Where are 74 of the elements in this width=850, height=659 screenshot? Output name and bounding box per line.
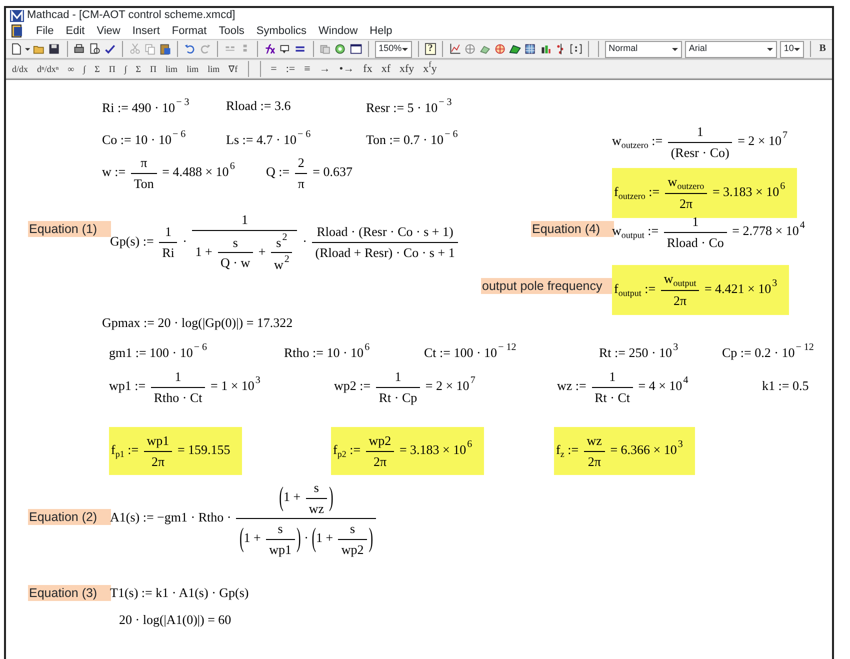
highlighted-math-expression: f$_{output}$ := w$_{output}$ 2π = 4.421 × 10$^{3}$	[612, 265, 790, 315]
math-expression: Rtho := 10 · 10$^{6}$	[284, 343, 370, 361]
evaluation-button[interactable]: fx	[361, 64, 374, 74]
calculus-button[interactable]: lim	[164, 64, 180, 74]
evaluation-button[interactable]: xf	[379, 64, 392, 74]
math-expression: Cp := 0.2 · 10$^{− 12}$	[722, 343, 814, 361]
menu-item[interactable]: Insert	[132, 22, 160, 40]
help-button[interactable]: ?	[424, 43, 436, 55]
math-expression: Ls := 4.7 · 10$^{− 6}$	[226, 130, 311, 148]
evaluation-button[interactable]: •→	[337, 64, 356, 74]
evaluation-button[interactable]: x$^{f}$y	[421, 64, 439, 74]
menu-item[interactable]: Symbolics	[256, 22, 307, 40]
evaluation-button[interactable]: ≡	[302, 64, 312, 74]
calculus-button[interactable]: d/dx	[10, 64, 30, 74]
calculus-button[interactable]: ∞	[66, 64, 76, 74]
undo-icon[interactable]	[184, 42, 196, 56]
equation-label: Equation (1)	[28, 221, 112, 237]
matrix-icon[interactable]	[570, 42, 582, 56]
window-title: Mathcad - [CM-AOT control scheme.xmcd]	[27, 8, 236, 24]
font-dropdown[interactable]: Arial	[684, 40, 777, 58]
calculus-button[interactable]: ∇f	[226, 64, 240, 74]
menu-item[interactable]: Window	[318, 22, 358, 40]
window-icon[interactable]	[350, 42, 362, 56]
math-expression: Ct := 100 · 10$^{− 12}$	[424, 343, 516, 361]
math-expression: Ri := 490 · 10$^{− 3}$	[102, 98, 190, 116]
menu-item[interactable]: File	[36, 22, 54, 40]
menu-item[interactable]: Tools	[218, 22, 244, 40]
math-expression: Rt := 250 · 10$^{3}$	[599, 343, 678, 361]
math-expression: k1 := 0.5	[762, 378, 809, 394]
calculus-button[interactable]: ∫	[81, 64, 88, 74]
evaluation-button[interactable]: :=	[284, 64, 298, 74]
calculus-button[interactable]: lim	[184, 64, 201, 74]
document-icon[interactable]	[10, 24, 24, 38]
calculus-button[interactable]: Π	[106, 64, 118, 74]
math-expression: gm1 := 100 · 10$^{− 6}$	[109, 343, 208, 361]
mesh-plot-icon[interactable]	[509, 42, 522, 56]
menu-item[interactable]: View	[96, 22, 120, 40]
app-logo-icon[interactable]	[10, 8, 24, 22]
menu-item[interactable]: Help	[370, 22, 392, 40]
calculus-button[interactable]: Π	[148, 64, 159, 74]
math-expression: Resr := 5 · 10$^{− 3}$	[366, 98, 452, 116]
xy-plot-icon[interactable]	[448, 42, 461, 56]
spell-check-icon[interactable]	[104, 42, 116, 56]
paste-icon[interactable]	[158, 42, 172, 56]
math-expression: Rload := 3.6	[226, 98, 291, 114]
print-icon[interactable]	[73, 42, 86, 56]
print-preview-icon[interactable]	[88, 42, 101, 56]
new-document-icon[interactable]	[10, 42, 22, 56]
bold-button[interactable]: B	[817, 44, 828, 54]
style-dropdown[interactable]: Normal	[604, 40, 682, 58]
evaluation-button[interactable]: →	[317, 64, 332, 74]
highlighted-math-expression: f$_{outzero}$ := w$_{outzero}$ 2π = 3.183 × 10$^{6}$	[612, 168, 798, 218]
math-expression: Ton := 0.7 · 10$^{− 6}$	[366, 130, 458, 148]
font-size-dropdown[interactable]: 10	[780, 40, 804, 58]
calculus-button[interactable]: dⁿ/dxⁿ	[35, 64, 61, 74]
calculus-button[interactable]: Σ	[134, 64, 144, 74]
math-expression: Co := 10 · 10$^{− 6}$	[102, 130, 186, 148]
math-expression: 20 · log(|A1(0)|) = 60	[119, 612, 232, 628]
function-icon[interactable]	[264, 42, 276, 56]
calculus-button[interactable]: lim	[206, 64, 222, 74]
equation-label: Equation (3)	[28, 585, 112, 601]
globe-icon[interactable]	[494, 42, 506, 56]
calculus-button[interactable]: ∫	[122, 64, 129, 74]
zoom-dropdown[interactable]: 150%	[374, 40, 412, 58]
menu-item[interactable]: Format	[172, 22, 207, 40]
equation-label: Equation (2)	[28, 509, 112, 525]
evaluation-button[interactable]: xfy	[398, 64, 416, 74]
grid-pattern-icon[interactable]	[524, 42, 537, 56]
math-expression: Gpmax := 20 · log(|Gp(0)|) = 17.322	[102, 315, 293, 331]
math-expression: T1(s) := k1 · A1(s) · Gp(s)	[110, 585, 249, 601]
save-icon[interactable]	[48, 42, 61, 56]
calculus-button[interactable]: Σ	[92, 64, 102, 74]
menu-item[interactable]: Edit	[66, 22, 85, 40]
evaluation-button[interactable]: =	[268, 64, 279, 74]
